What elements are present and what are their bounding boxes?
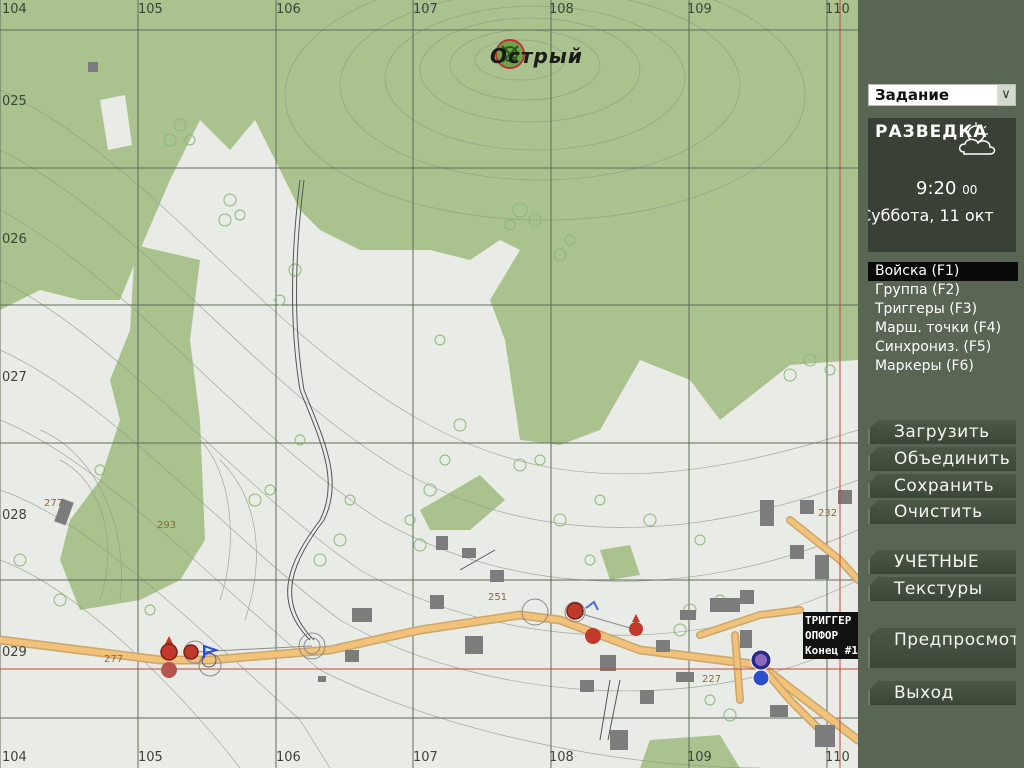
place-name: Острый <box>490 44 583 68</box>
grid-label: 108 <box>549 2 574 17</box>
trigger-label-line: Конец #1 <box>805 644 858 657</box>
accounts-button[interactable]: УЧЕТНЫЕ <box>868 550 1016 574</box>
merge-button[interactable]: Объединить <box>868 447 1016 471</box>
mission-phase-dropdown[interactable]: Задание ∨ <box>868 84 1016 106</box>
grid-label: 027 <box>2 370 27 385</box>
friendly-unit-icon[interactable] <box>748 648 776 688</box>
mode-units[interactable]: Войска (F1) <box>868 262 1018 281</box>
elevation-label: 251 <box>488 592 508 603</box>
mission-date: Суббота, 11 окт <box>868 206 1024 225</box>
grid-label: 026 <box>2 232 27 247</box>
mode-triggers[interactable]: Триггеры (F3) <box>868 300 1018 319</box>
forest-area <box>600 545 640 580</box>
mission-time: 9:20 00 <box>916 178 977 199</box>
grid-label: 106 <box>276 2 301 17</box>
grid-label: 110 <box>825 750 850 765</box>
trigger-label[interactable]: ТРИГГЕР ОПФОР Конец #1 <box>803 612 858 659</box>
dropdown-value: Задание <box>875 86 950 104</box>
grid-label: 105 <box>138 750 163 765</box>
grid-label: 028 <box>2 508 27 523</box>
enemy-unit-group-icon[interactable] <box>560 596 650 646</box>
elevation-label: 227 <box>702 674 722 685</box>
mode-groups[interactable]: Группа (F2) <box>868 281 1018 300</box>
editor-mode-list: Войска (F1) Группа (F2) Триггеры (F3) Ма… <box>868 262 1018 376</box>
weather-cloudy-icon <box>958 122 996 155</box>
trigger-label-line: ОПФОР <box>805 629 839 642</box>
grid-label: 109 <box>687 750 712 765</box>
grid-label: 110 <box>825 2 850 17</box>
mode-sync[interactable]: Синхрониз. (F5) <box>868 338 1018 357</box>
chevron-down-icon[interactable]: ∨ <box>997 85 1015 105</box>
mode-markers[interactable]: Маркеры (F6) <box>868 357 1018 376</box>
grid-label: 025 <box>2 94 27 109</box>
trigger-label-line: ТРИГГЕР <box>805 614 852 627</box>
load-button[interactable]: Загрузить <box>868 420 1016 444</box>
grid-label: 105 <box>138 2 163 17</box>
grid-label: 104 <box>2 2 27 17</box>
elevation-label: 277 <box>44 498 64 509</box>
time-seconds: 00 <box>962 183 978 197</box>
save-button[interactable]: Сохранить <box>868 474 1016 498</box>
grid-label: 104 <box>2 750 27 765</box>
clear-button[interactable]: Очистить <box>868 500 1016 524</box>
date-value: Суббота, 11 окт <box>868 206 994 225</box>
forest-area <box>420 475 505 530</box>
terrain-layer <box>0 0 858 768</box>
forest-area <box>0 0 255 310</box>
grid-label: 107 <box>413 750 438 765</box>
elevation-label: 232 <box>818 508 838 519</box>
grid-label: 109 <box>687 2 712 17</box>
preview-button[interactable]: Предпросмотр <box>868 628 1016 668</box>
elevation-label: 293 <box>157 520 177 531</box>
grid-label: 106 <box>276 750 301 765</box>
elevation-label: 277 <box>104 654 124 665</box>
waypoint-flag-icon[interactable] <box>200 644 220 660</box>
mission-briefing-box[interactable]: РАЗВЕДКА 9:20 00 Суббота, 11 окт <box>868 118 1016 252</box>
textures-button[interactable]: Текстуры <box>868 577 1016 601</box>
mode-waypoints[interactable]: Марш. точки (F4) <box>868 319 1018 338</box>
time-value: 9:20 <box>916 178 957 199</box>
map-view[interactable]: 104 105 106 107 108 109 110 025 026 027 … <box>0 0 858 768</box>
grid-label: 107 <box>413 2 438 17</box>
grid-label: 108 <box>549 750 574 765</box>
exit-button[interactable]: Выход <box>868 681 1016 705</box>
grid-label: 029 <box>2 645 27 660</box>
